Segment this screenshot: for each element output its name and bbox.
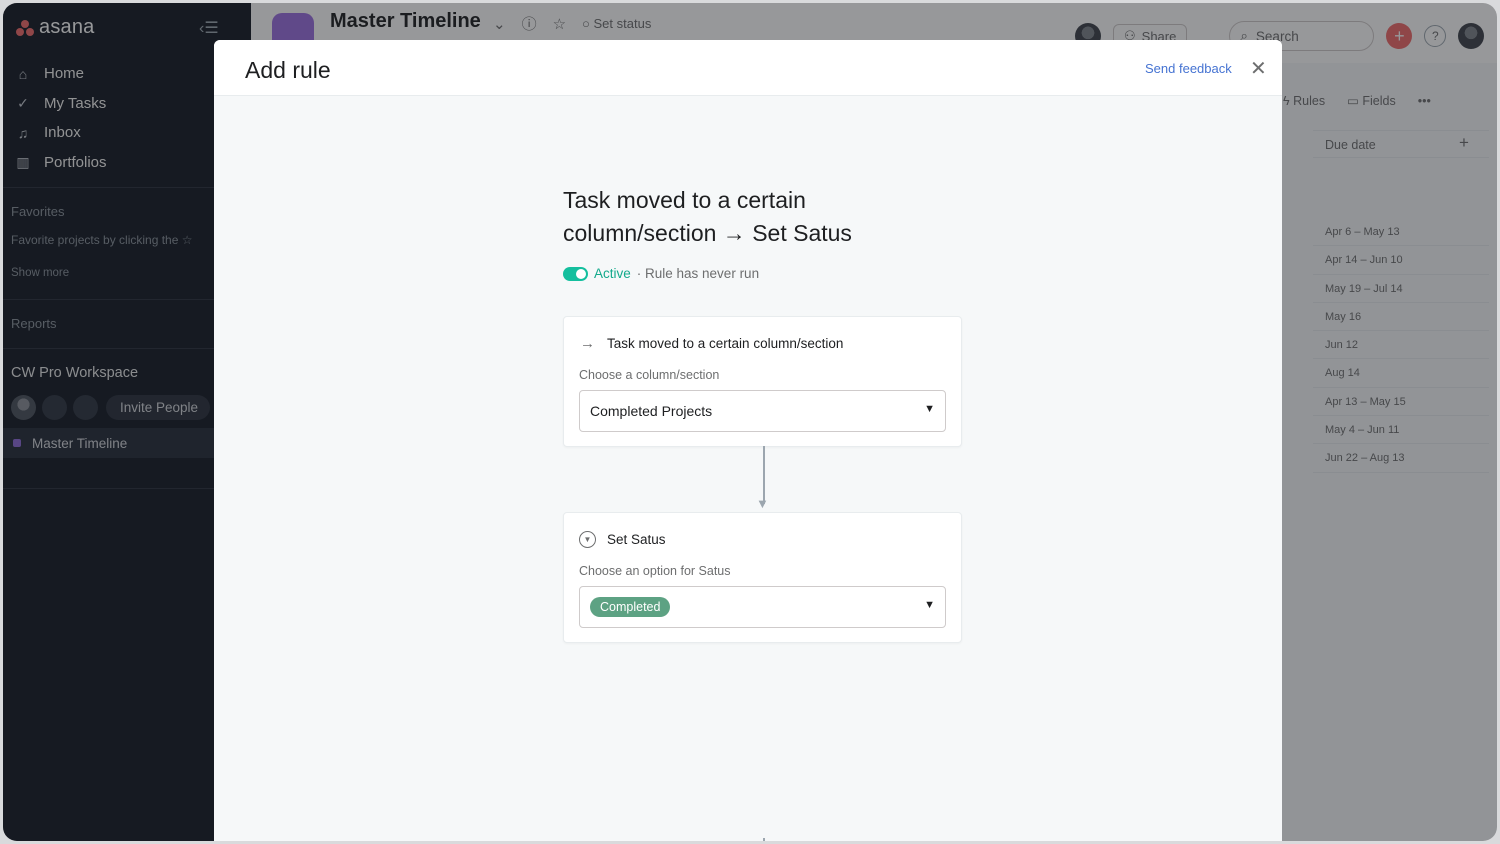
rule-run-note: · Rule has never run bbox=[636, 266, 760, 281]
send-feedback-link[interactable]: Send feedback bbox=[1145, 61, 1232, 76]
rule-status: Active · Rule has never run bbox=[563, 266, 759, 281]
chevron-down-icon: ▼ bbox=[924, 599, 935, 611]
add-rule-modal: Add rule Send feedback ✕ Task moved to a… bbox=[214, 40, 1282, 841]
trigger-card: → Task moved to a certain column/section… bbox=[563, 316, 962, 447]
modal-header: Add rule Send feedback ✕ bbox=[214, 40, 1282, 96]
arrow-right-icon: → bbox=[580, 335, 595, 352]
action-heading: ▼ Set Satus bbox=[579, 531, 666, 548]
modal-title: Add rule bbox=[245, 57, 331, 83]
trigger-heading: → Task moved to a certain column/section bbox=[580, 335, 844, 352]
action-card: ▼ Set Satus Choose an option for Satus C… bbox=[563, 512, 962, 643]
rule-title[interactable]: Task moved to a certain column/section →… bbox=[563, 184, 943, 250]
app-window: asana ‹☰ ⌂ Home ✓ My Tasks ♫ Inbox ▥ Por… bbox=[3, 3, 1497, 841]
status-option-select[interactable]: Completed ▼ bbox=[579, 586, 946, 628]
arrow-down-icon: ▼ bbox=[756, 496, 769, 511]
action-field-label: Choose an option for Satus bbox=[579, 564, 731, 578]
close-icon[interactable]: ✕ bbox=[1250, 59, 1267, 79]
active-label: Active bbox=[594, 266, 631, 281]
trigger-field-label: Choose a column/section bbox=[579, 368, 720, 382]
flow-connector bbox=[763, 838, 765, 841]
column-section-select[interactable]: Completed Projects ▼ bbox=[579, 390, 946, 432]
chevron-down-icon: ▼ bbox=[924, 403, 935, 415]
dropdown-circle-icon: ▼ bbox=[579, 531, 596, 548]
status-pill: Completed bbox=[590, 597, 671, 617]
rule-active-toggle[interactable] bbox=[563, 266, 588, 281]
